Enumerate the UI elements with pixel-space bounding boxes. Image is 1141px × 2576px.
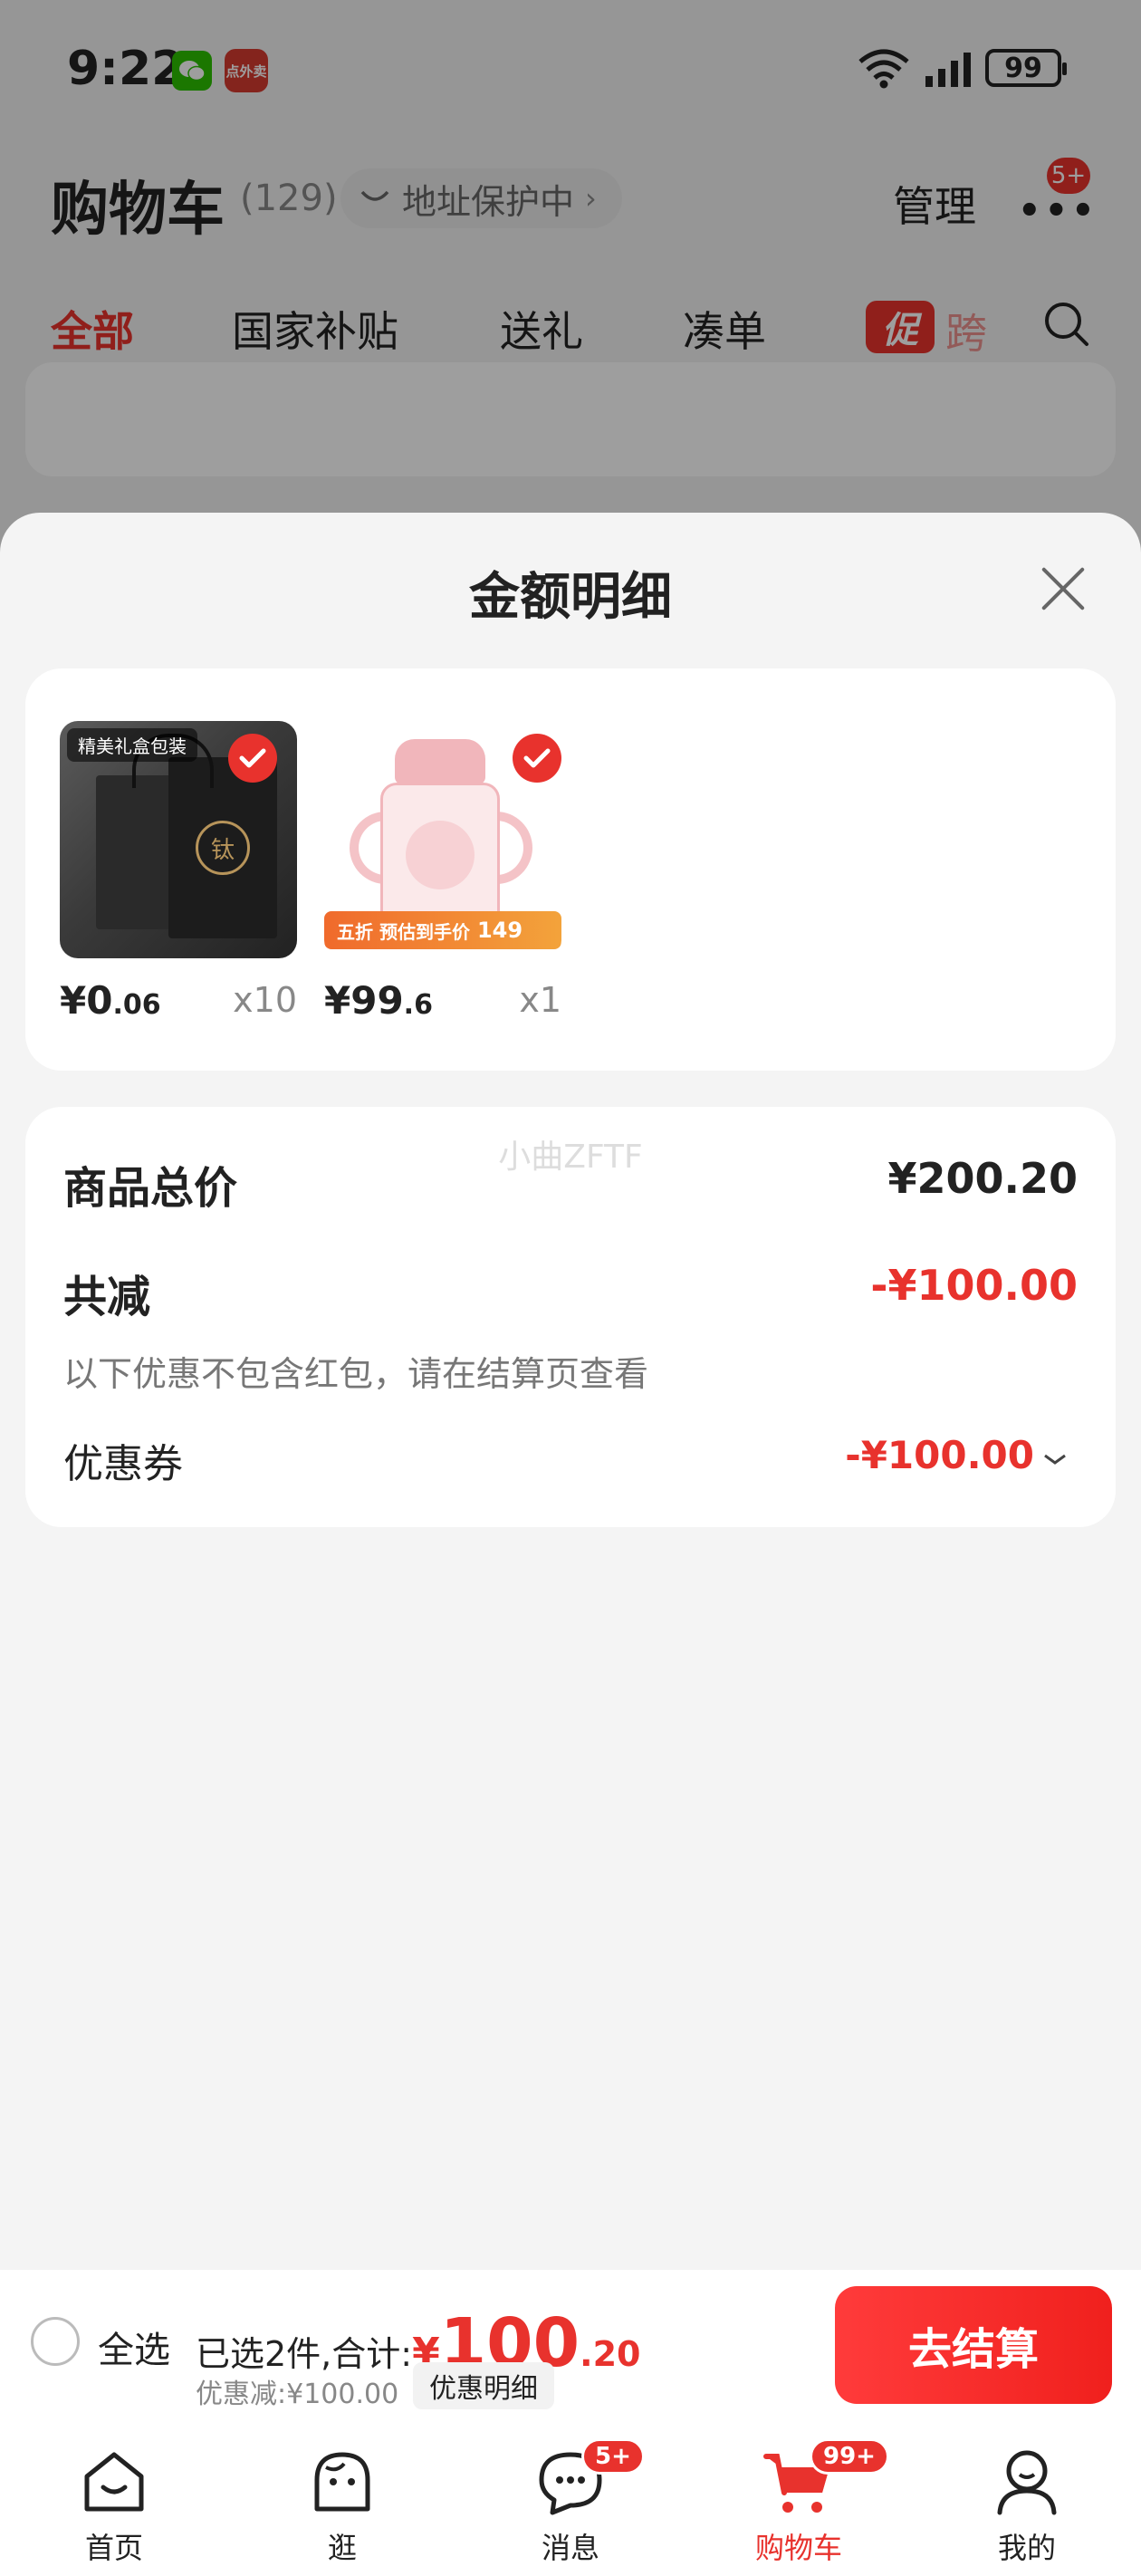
nav-browse-label: 逛 — [327, 2531, 357, 2565]
nav-messages-label: 消息 — [541, 2531, 599, 2565]
sheet-title: 金额明细 — [469, 568, 672, 627]
product-quantity: x1 — [519, 980, 561, 1020]
checkout-button[interactable]: 去结算 — [835, 2286, 1112, 2404]
gift-packaging-label: 精美礼盒包装 — [67, 728, 197, 762]
nav-browse[interactable]: 逛 — [279, 2444, 406, 2567]
bottom-navigation: 首页 逛 5+ 消息 99+ 购物车 我的 — [0, 2420, 1141, 2576]
home-icon — [76, 2444, 152, 2520]
app-screen: 9:22 点外卖 99 购物车 (129) 地址保护中 › 管理 ••• 5+ — [0, 0, 1141, 2576]
total-decimal: .20 — [580, 2334, 641, 2374]
selected-products-card: 钛 精美礼盒包装 ¥0.06 x10 五折 预估到手价 149 ¥99.6 x1 — [25, 668, 1116, 1071]
discount-detail-button[interactable]: 优惠明细 — [413, 2362, 554, 2409]
product-item[interactable]: 五折 预估到手价 149 ¥99.6 x1 — [324, 721, 561, 1023]
bottle-print — [406, 821, 475, 889]
checkout-bar: 全选 已选2件,合计:¥100.20 优惠减:¥100.00 优惠明细 去结算 — [0, 2270, 1141, 2420]
nav-home-label: 首页 — [84, 2531, 143, 2565]
browse-icon — [304, 2444, 380, 2520]
price-decimal: .06 — [112, 989, 161, 1021]
price-integer: ¥0 — [60, 978, 113, 1023]
selected-count-text: 已选2件,合计: — [196, 2334, 413, 2374]
watermark: 小曲ZFTF — [498, 1139, 643, 1176]
checked-icon[interactable] — [513, 734, 561, 783]
select-all-label[interactable]: 全选 — [98, 2321, 170, 2373]
nav-home[interactable]: 首页 — [51, 2444, 177, 2567]
nav-profile-label: 我的 — [997, 2531, 1056, 2565]
discount-amount: 优惠减:¥100.00 — [196, 2379, 399, 2410]
dim-overlay[interactable] — [0, 0, 1141, 580]
bottle-cap — [395, 739, 485, 784]
message-icon: 5+ — [532, 2438, 645, 2520]
checked-icon[interactable] — [228, 734, 277, 783]
nav-cart[interactable]: 99+ 购物车 — [735, 2438, 889, 2567]
nav-messages[interactable]: 5+ 消息 — [507, 2438, 645, 2567]
nav-cart-label: 购物车 — [754, 2531, 842, 2565]
close-icon[interactable] — [1032, 558, 1094, 620]
sale-banner-price: 149 — [476, 918, 523, 943]
discount-note: 以下优惠不包含红包，请在结算页查看 — [63, 1354, 649, 1394]
price-integer: ¥99 — [324, 978, 404, 1023]
product-quantity: x10 — [233, 980, 297, 1020]
cart-icon: 99+ — [761, 2438, 889, 2520]
chevron-down-icon — [1044, 1454, 1066, 1465]
product-price: ¥99.6 — [324, 978, 433, 1023]
select-all-radio[interactable] — [31, 2317, 80, 2366]
nav-profile[interactable]: 我的 — [964, 2444, 1090, 2567]
brand-logo-icon: 钛 — [196, 821, 250, 875]
total-reduction-label: 共减 — [63, 1272, 151, 1322]
coupon-label: 优惠券 — [63, 1441, 183, 1487]
product-price: ¥0.06 — [60, 978, 161, 1023]
sale-banner: 五折 预估到手价 149 — [324, 911, 561, 949]
product-item[interactable]: 钛 精美礼盒包装 ¥0.06 x10 — [60, 721, 297, 1023]
total-reduction-value: -¥100.00 — [870, 1261, 1078, 1310]
amount-detail-sheet: 金额明细 钛 精美礼盒包装 ¥0.06 x10 五折 预估到手价 149 ¥99… — [0, 513, 1141, 2270]
messages-badge: 5+ — [581, 2438, 645, 2475]
profile-icon — [989, 2444, 1065, 2520]
cart-badge: 99+ — [810, 2438, 889, 2475]
price-decimal: .6 — [403, 989, 433, 1021]
sale-banner-text: 五折 预估到手价 — [337, 920, 470, 943]
coupon-value: -¥100.00 — [845, 1433, 1034, 1477]
coupon-value-toggle[interactable]: -¥100.00 — [845, 1433, 1069, 1477]
